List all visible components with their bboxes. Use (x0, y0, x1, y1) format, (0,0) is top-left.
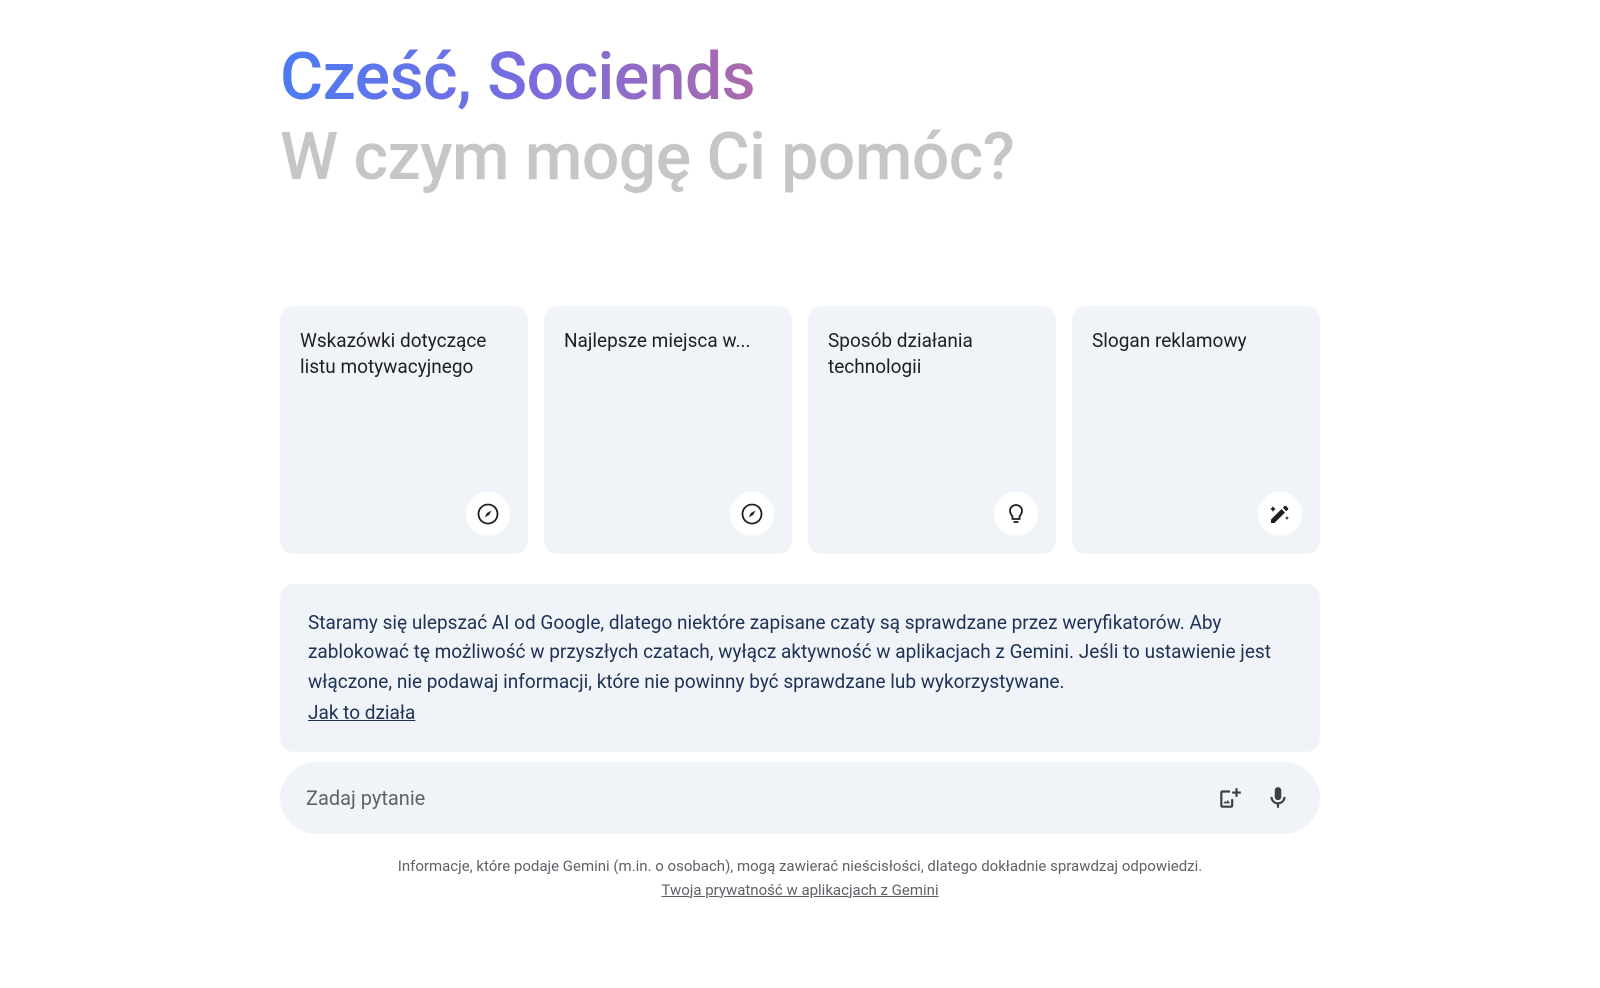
footer: Informacje, które podaje Gemini (m.in. o… (280, 854, 1320, 902)
compass-icon (730, 492, 774, 536)
microphone-icon[interactable] (1262, 782, 1294, 814)
suggestion-card-technology[interactable]: Sposób działania technologii (808, 306, 1056, 554)
card-title: Najlepsze miejsca w... (564, 328, 772, 355)
card-title: Wskazówki dotyczące listu motywacyjnego (300, 328, 508, 381)
suggestion-card-best-places[interactable]: Najlepsze miejsca w... (544, 306, 792, 554)
upload-image-icon[interactable] (1214, 782, 1246, 814)
notice-how-it-works-link[interactable]: Jak to działa (308, 698, 415, 727)
card-title: Slogan reklamowy (1092, 328, 1300, 355)
compass-icon (466, 492, 510, 536)
footer-privacy-link[interactable]: Twoja prywatność w aplikacjach z Gemini (661, 881, 938, 899)
greeting-text: Cześć, Sociends (280, 40, 1320, 116)
pencil-icon (1258, 492, 1302, 536)
suggestion-card-slogan[interactable]: Slogan reklamowy (1072, 306, 1320, 554)
notice-text: Staramy się ulepszać AI od Google, dlate… (308, 611, 1271, 693)
footer-disclaimer: Informacje, które podaje Gemini (m.in. o… (280, 854, 1320, 878)
suggestion-card-cover-letter[interactable]: Wskazówki dotyczące listu motywacyjnego (280, 306, 528, 554)
suggestion-cards-row: Wskazówki dotyczące listu motywacyjnego … (280, 306, 1320, 554)
card-title: Sposób działania technologii (828, 328, 1036, 381)
prompt-input[interactable] (306, 786, 1198, 810)
main-container: Cześć, Sociends W czym mogę Ci pomóc? Ws… (260, 0, 1340, 902)
subtitle-text: W czym mogę Ci pomóc? (280, 120, 1320, 196)
header-block: Cześć, Sociends W czym mogę Ci pomóc? (280, 40, 1320, 196)
lightbulb-icon (994, 492, 1038, 536)
privacy-notice: Staramy się ulepszać AI od Google, dlate… (280, 584, 1320, 752)
prompt-input-bar[interactable] (280, 762, 1320, 834)
